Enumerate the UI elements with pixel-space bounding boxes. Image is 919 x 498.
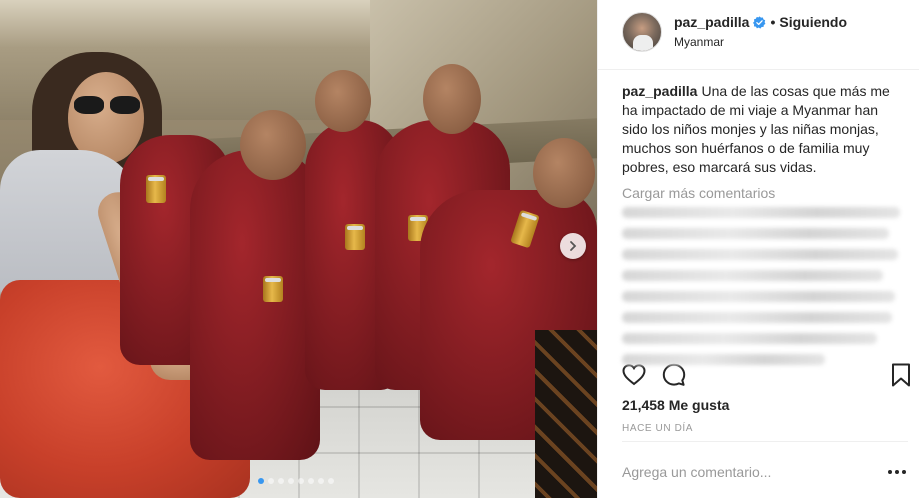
- monk-robe: [190, 150, 320, 460]
- more-dot: [888, 470, 892, 474]
- likes-count[interactable]: 21,458 Me gusta: [622, 397, 729, 413]
- drink-can: [146, 175, 166, 203]
- more-dot: [902, 470, 906, 474]
- load-more-comments-button[interactable]: Cargar más comentarios: [622, 185, 904, 201]
- header-username[interactable]: paz_padilla: [674, 14, 749, 30]
- chevron-right-icon: [570, 241, 577, 251]
- user-line: paz_padilla • Siguiendo: [674, 14, 847, 30]
- monk-head: [533, 138, 595, 208]
- post-timestamp[interactable]: HACE UN DÍA: [622, 423, 693, 434]
- header-separator: •: [770, 14, 776, 30]
- patterned-cloth: [535, 330, 597, 498]
- following-button[interactable]: Siguiendo: [779, 14, 847, 30]
- carousel-dot: [258, 478, 264, 484]
- blurred-line: [622, 228, 889, 239]
- carousel-dot: [288, 478, 294, 484]
- blurred-line: [622, 291, 895, 302]
- carousel-dot: [308, 478, 314, 484]
- divider: [622, 441, 908, 442]
- carousel-dot: [318, 478, 324, 484]
- drink-can: [263, 276, 283, 302]
- comments-section: paz_padilla Una de las cosas que más me h…: [622, 82, 904, 201]
- monk-head: [315, 70, 371, 132]
- monk-head: [240, 110, 306, 180]
- blurred-line: [622, 354, 825, 365]
- avatar[interactable]: [622, 12, 662, 52]
- location-link[interactable]: Myanmar: [674, 35, 724, 49]
- bookmark-icon[interactable]: [888, 362, 914, 388]
- drink-can: [345, 224, 365, 250]
- more-options-icon[interactable]: [888, 470, 906, 474]
- post-header: paz_padilla • Siguiendo Myanmar: [598, 0, 919, 70]
- blurred-line: [622, 312, 892, 323]
- add-comment-input[interactable]: [622, 462, 872, 482]
- carousel-dot: [298, 478, 304, 484]
- action-bar: [598, 360, 919, 400]
- blurred-line: [622, 333, 878, 344]
- verified-badge-icon: [753, 15, 766, 29]
- heart-icon[interactable]: [621, 362, 647, 388]
- blurred-line: [622, 207, 901, 218]
- post-photo[interactable]: [0, 0, 597, 498]
- monk-head: [423, 64, 481, 134]
- blurred-line: [622, 249, 898, 260]
- carousel-dot: [268, 478, 274, 484]
- comment-icon[interactable]: [661, 362, 687, 388]
- blurred-comments: [622, 207, 912, 365]
- caption: paz_padilla Una de las cosas que más me h…: [622, 82, 904, 177]
- blurred-line: [622, 270, 883, 281]
- caption-username[interactable]: paz_padilla: [622, 83, 697, 99]
- more-dot: [895, 470, 899, 474]
- carousel-indicator: [258, 478, 334, 484]
- carousel-dot: [328, 478, 334, 484]
- carousel-dot: [278, 478, 284, 484]
- carousel-next-button[interactable]: [560, 233, 586, 259]
- sunglasses: [74, 96, 142, 116]
